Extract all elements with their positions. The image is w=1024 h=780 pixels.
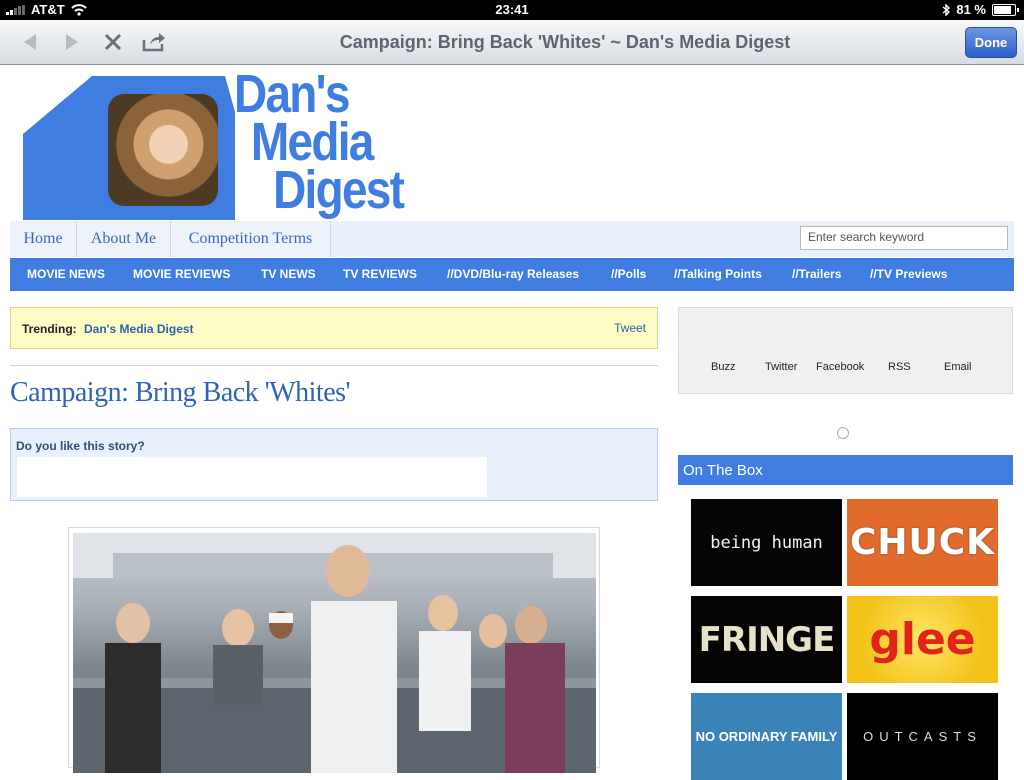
cat-tv-reviews[interactable]: TV REVIEWS [343, 267, 417, 281]
like-question: Do you like this story? [16, 439, 145, 453]
close-icon [104, 33, 122, 51]
forward-arrow-icon [66, 34, 78, 50]
share-email[interactable]: Email [944, 361, 972, 373]
share-button[interactable] [140, 28, 168, 56]
show-title: FRINGE [698, 619, 836, 660]
tweet-link[interactable]: Tweet [614, 321, 646, 335]
logo-portrait [108, 94, 218, 206]
cat-talking-points[interactable]: //Talking Points [674, 267, 762, 281]
trending-bar: Trending: Dan's Media Digest Tweet [10, 307, 658, 349]
show-tile-chuck[interactable]: CHUCK [847, 499, 998, 586]
nav-home[interactable]: Home [10, 221, 77, 257]
site-logo[interactable]: Dan's Media Digest [20, 64, 440, 220]
article-headline[interactable]: Campaign: Bring Back 'Whites' [10, 377, 351, 409]
show-tile-being-human[interactable]: being human [691, 499, 842, 586]
article-image[interactable] [73, 533, 596, 773]
nav-about-me[interactable]: About Me [77, 221, 171, 257]
show-tile-fringe[interactable]: FRINGE [691, 596, 842, 683]
clock: 23:41 [495, 2, 529, 17]
logo-text: Dan's Media Digest [234, 64, 405, 220]
share-facebook[interactable]: Facebook [816, 361, 864, 373]
show-title: glee [869, 614, 976, 665]
show-tile-no-ordinary-family[interactable]: NO ORDINARY FAMILY [691, 693, 842, 780]
on-the-box-title: On The Box [683, 462, 763, 479]
browser-toolbar: Campaign: Bring Back 'Whites' ~ Dan's Me… [0, 20, 1024, 65]
bluetooth-icon [942, 3, 951, 16]
article-image-frame [68, 527, 600, 773]
show-title: OUTCASTS [863, 729, 982, 744]
share-icon [142, 33, 165, 52]
battery-percent: 81 % [956, 2, 986, 17]
status-bar: AT&T 23:41 81 % [0, 0, 1024, 20]
category-nav: MOVIE NEWS MOVIE REVIEWS TV NEWS TV REVI… [10, 258, 1014, 291]
show-title: CHUCK [849, 522, 996, 563]
back-arrow-icon [24, 34, 36, 50]
cat-polls[interactable]: //Polls [611, 267, 646, 281]
stop-button[interactable] [99, 28, 127, 56]
show-title: being human [710, 532, 823, 553]
trending-link[interactable]: Dan's Media Digest [84, 322, 194, 336]
show-tile-outcasts[interactable]: OUTCASTS [847, 693, 998, 780]
nav-competition-terms[interactable]: Competition Terms [171, 221, 331, 257]
battery-icon [992, 3, 1019, 16]
cat-trailers[interactable]: //Trailers [792, 267, 841, 281]
done-button[interactable]: Done [965, 27, 1017, 58]
cat-dvd-bluray[interactable]: //DVD/Blu-ray Releases [447, 267, 579, 281]
share-twitter[interactable]: Twitter [765, 361, 797, 373]
trending-label: Trending: [22, 322, 77, 336]
page-title: Campaign: Bring Back 'Whites' ~ Dan's Me… [339, 32, 791, 52]
cat-movie-reviews[interactable]: MOVIE REVIEWS [133, 267, 230, 281]
share-buzz[interactable]: Buzz [711, 361, 735, 373]
like-widget: Do you like this story? [10, 428, 658, 501]
cat-movie-news[interactable]: MOVIE NEWS [27, 267, 105, 281]
like-embed[interactable] [17, 457, 487, 497]
on-the-box-header: On The Box [678, 455, 1013, 485]
share-rss[interactable]: RSS [888, 361, 911, 373]
cat-tv-news[interactable]: TV NEWS [261, 267, 316, 281]
share-widget: Buzz Twitter Facebook RSS Email [678, 307, 1013, 394]
show-tile-glee[interactable]: glee [847, 596, 998, 683]
top-nav: Home About Me Competition Terms Enter se… [10, 221, 1014, 257]
search-input[interactable]: Enter search keyword [800, 226, 1008, 250]
forward-button[interactable] [58, 28, 86, 56]
kitchen-scene-image [73, 533, 596, 773]
back-button[interactable] [16, 28, 44, 56]
divider [10, 365, 658, 366]
show-title: NO ORDINARY FAMILY [695, 729, 838, 744]
cat-tv-previews[interactable]: //TV Previews [870, 267, 947, 281]
loading-spinner-icon [837, 427, 849, 439]
